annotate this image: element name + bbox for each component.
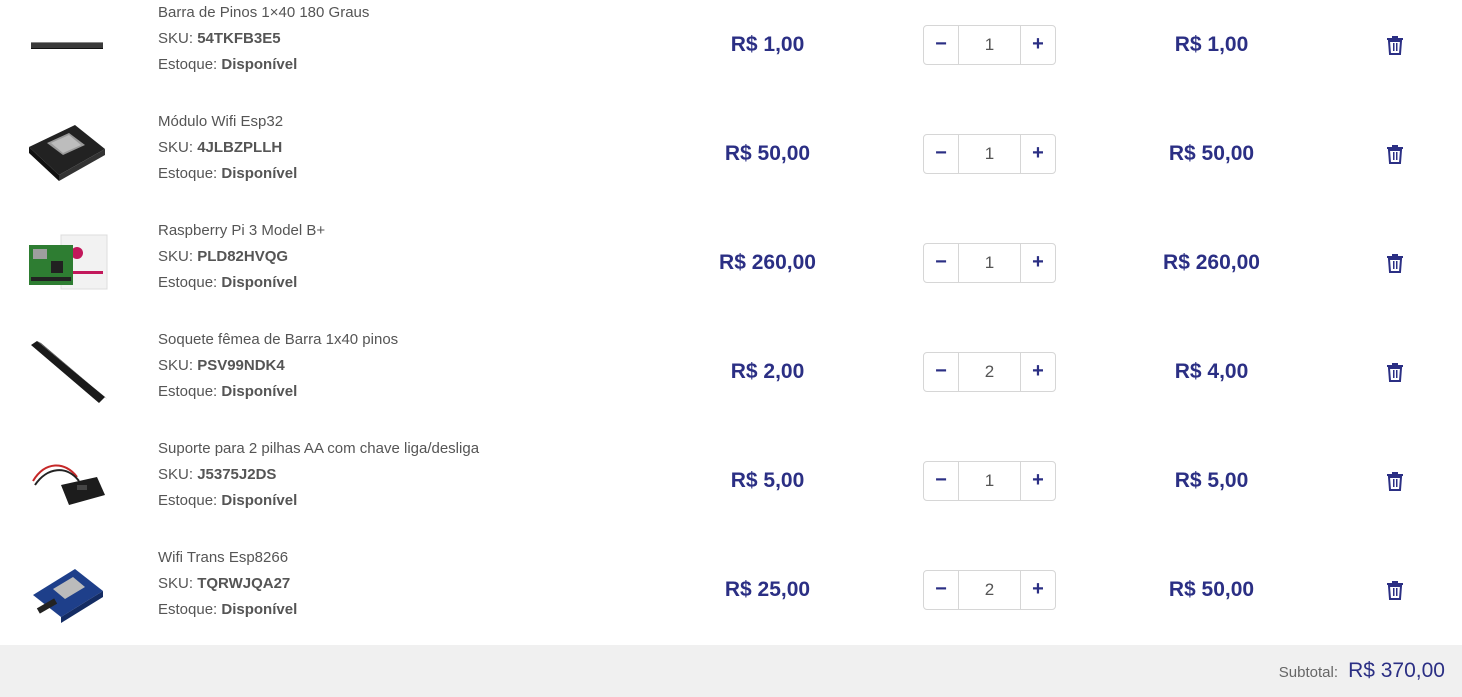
- stock-label: Estoque:: [158, 274, 218, 291]
- increase-quantity-button[interactable]: +: [1021, 571, 1055, 609]
- product-info: Soquete fêmea de Barra 1x40 pinos SKU: P…: [158, 327, 398, 405]
- product-name[interactable]: Módulo Wifi Esp32: [158, 109, 297, 135]
- unit-price: R$ 5,00: [730, 468, 805, 492]
- product-name[interactable]: Barra de Pinos 1×40 180 Graus: [158, 0, 369, 26]
- quantity-stepper: − 1 +: [923, 133, 1056, 174]
- line-total: R$ 5,00: [1174, 468, 1249, 492]
- increase-quantity-button[interactable]: +: [1021, 244, 1055, 282]
- trash-icon[interactable]: [1386, 471, 1404, 491]
- subtotal-label: Subtotal:: [1278, 664, 1338, 681]
- cart-row: Wifi Trans Esp8266 SKU: TQRWJQA27 Estoqu…: [0, 535, 1462, 644]
- trash-icon[interactable]: [1386, 35, 1404, 55]
- stock-label: Estoque:: [158, 165, 218, 182]
- quantity-stepper: − 2 +: [923, 351, 1056, 392]
- cart-row: Módulo Wifi Esp32 SKU: 4JLBZPLLH Estoque…: [0, 99, 1462, 208]
- cart-row: Soquete fêmea de Barra 1x40 pinos SKU: P…: [0, 317, 1462, 426]
- quantity-stepper: − 1 +: [923, 24, 1056, 65]
- cart-row: Suporte para 2 pilhas AA com chave liga/…: [0, 426, 1462, 535]
- stock-label: Estoque:: [158, 383, 218, 400]
- sku-label: SKU:: [158, 248, 194, 265]
- line-total: R$ 4,00: [1174, 359, 1249, 383]
- product-image-pin-header[interactable]: [22, 0, 112, 90]
- sku-label: SKU:: [158, 30, 194, 47]
- sku-label: SKU:: [158, 466, 194, 483]
- unit-price: R$ 25,00: [724, 577, 811, 601]
- stock-value: Disponível: [221, 56, 298, 73]
- stock-label: Estoque:: [158, 56, 218, 73]
- sku-label: SKU:: [158, 575, 194, 592]
- sku-label: SKU:: [158, 357, 194, 374]
- unit-price: R$ 1,00: [730, 32, 805, 56]
- quantity-stepper: − 1 +: [923, 460, 1056, 501]
- product-image-female-socket[interactable]: [22, 327, 112, 417]
- unit-price: R$ 260,00: [719, 250, 816, 274]
- quantity-input[interactable]: 1: [958, 134, 1021, 173]
- unit-price: R$ 50,00: [724, 141, 811, 165]
- stock-value: Disponível: [221, 165, 298, 182]
- product-name[interactable]: Soquete fêmea de Barra 1x40 pinos: [158, 327, 398, 353]
- cart-row: Barra de Pinos 1×40 180 Graus SKU: 54TKF…: [0, 0, 1462, 99]
- stock-value: Disponível: [221, 274, 298, 291]
- product-name[interactable]: Wifi Trans Esp8266: [158, 545, 297, 571]
- trash-icon[interactable]: [1386, 362, 1404, 382]
- trash-icon[interactable]: [1386, 253, 1404, 273]
- product-info: Módulo Wifi Esp32 SKU: 4JLBZPLLH Estoque…: [158, 109, 297, 187]
- unit-price: R$ 2,00: [730, 359, 805, 383]
- increase-quantity-button[interactable]: +: [1021, 135, 1055, 173]
- quantity-input[interactable]: 1: [958, 461, 1021, 500]
- line-total: R$ 50,00: [1168, 577, 1255, 601]
- decrease-quantity-button[interactable]: −: [924, 135, 958, 173]
- sku-value: PLD82HVQG: [197, 248, 289, 265]
- stock-label: Estoque:: [158, 492, 218, 509]
- product-info: Wifi Trans Esp8266 SKU: TQRWJQA27 Estoqu…: [158, 545, 297, 623]
- quantity-stepper: − 1 +: [923, 242, 1056, 283]
- increase-quantity-button[interactable]: +: [1021, 26, 1055, 64]
- quantity-input[interactable]: 2: [958, 352, 1021, 391]
- cart-footer: Subtotal: R$ 370,00: [0, 645, 1462, 697]
- increase-quantity-button[interactable]: +: [1021, 353, 1055, 391]
- quantity-stepper: − 2 +: [923, 569, 1056, 610]
- product-image-raspberry-pi[interactable]: [22, 218, 112, 308]
- line-total: R$ 50,00: [1168, 141, 1255, 165]
- quantity-input[interactable]: 1: [958, 243, 1021, 282]
- trash-icon[interactable]: [1386, 580, 1404, 600]
- increase-quantity-button[interactable]: +: [1021, 462, 1055, 500]
- stock-value: Disponível: [221, 492, 298, 509]
- sku-value: J5375J2DS: [197, 466, 277, 483]
- quantity-input[interactable]: 1: [958, 25, 1021, 64]
- stock-value: Disponível: [221, 601, 298, 618]
- decrease-quantity-button[interactable]: −: [924, 571, 958, 609]
- stock-label: Estoque:: [158, 601, 218, 618]
- stock-value: Disponível: [221, 383, 298, 400]
- subtotal-value: R$ 370,00: [1348, 659, 1445, 682]
- product-info: Suporte para 2 pilhas AA com chave liga/…: [158, 436, 479, 514]
- decrease-quantity-button[interactable]: −: [924, 244, 958, 282]
- cart-row: Raspberry Pi 3 Model B+ SKU: PLD82HVQG E…: [0, 208, 1462, 317]
- decrease-quantity-button[interactable]: −: [924, 353, 958, 391]
- product-image-battery-holder[interactable]: [22, 436, 112, 526]
- line-total: R$ 260,00: [1163, 250, 1260, 274]
- decrease-quantity-button[interactable]: −: [924, 462, 958, 500]
- cart-table: Barra de Pinos 1×40 180 Graus SKU: 54TKF…: [0, 0, 1462, 697]
- product-image-esp8266[interactable]: [22, 545, 112, 635]
- sku-value: PSV99NDK4: [197, 357, 285, 374]
- product-name[interactable]: Raspberry Pi 3 Model B+: [158, 218, 325, 244]
- product-info: Barra de Pinos 1×40 180 Graus SKU: 54TKF…: [158, 0, 369, 78]
- line-total: R$ 1,00: [1174, 32, 1249, 56]
- sku-label: SKU:: [158, 139, 194, 156]
- sku-value: 4JLBZPLLH: [197, 139, 283, 156]
- sku-value: TQRWJQA27: [197, 575, 291, 592]
- product-info: Raspberry Pi 3 Model B+ SKU: PLD82HVQG E…: [158, 218, 325, 296]
- sku-value: 54TKFB3E5: [197, 30, 281, 47]
- decrease-quantity-button[interactable]: −: [924, 26, 958, 64]
- product-image-esp32[interactable]: [22, 109, 112, 199]
- trash-icon[interactable]: [1386, 144, 1404, 164]
- product-name[interactable]: Suporte para 2 pilhas AA com chave liga/…: [158, 436, 479, 462]
- quantity-input[interactable]: 2: [958, 570, 1021, 609]
